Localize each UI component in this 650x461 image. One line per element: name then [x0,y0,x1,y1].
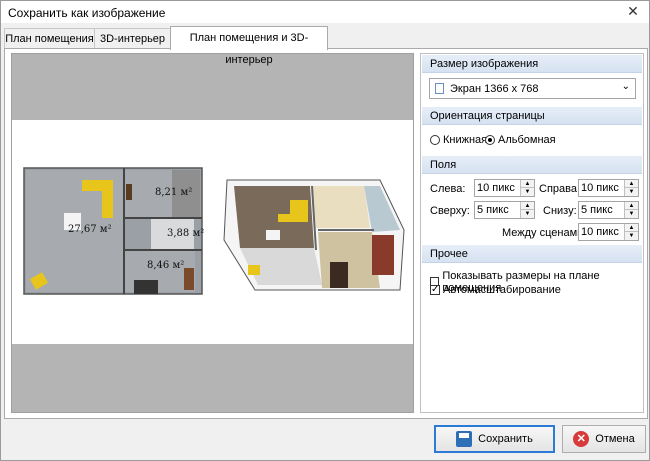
orientation-portrait[interactable]: Книжная [430,134,487,146]
title-bar: Сохранить как изображение ✕ [1,1,649,23]
radio-portrait[interactable] [430,135,440,145]
chevron-down-icon: ⌄ [621,81,630,92]
room-area-label: 3,88 м² [167,228,204,239]
room-area-label: 8,46 м² [147,260,184,271]
margin-top-value: 5 пикс [477,204,509,216]
radio-landscape[interactable] [485,135,495,145]
margin-top-label: Сверху: [430,205,470,217]
floor-plan-2d: 27,67 м² 8,21 м² 3,88 м² 8,46 м² [23,167,204,295]
interior-3d [223,179,405,291]
scene-gap-label: Между сценами: [502,227,587,239]
autoscale-option[interactable]: ✓ Автомасштабирование [430,284,561,296]
margin-right-spinner[interactable]: 10 пикс ▲ ▼ [578,179,639,197]
room-area-label: 8,21 м² [155,187,192,198]
settings-panel: Размер изображения Экран 1366 x 768 ⌄ Ор… [420,53,644,413]
image-size-select[interactable]: Экран 1366 x 768 ⌄ [429,78,636,99]
margin-right-value: 10 пикс [581,182,619,194]
margin-bottom-label: Снизу: [543,205,577,217]
close-icon[interactable]: ✕ [625,3,641,19]
section-margins: Поля [422,156,642,174]
tab-3d-interior[interactable]: 3D-интерьер [94,28,171,49]
spin-up-icon[interactable]: ▲ [625,202,638,210]
cancel-button-label: Отмена [595,433,635,445]
margin-bottom-value: 5 пикс [581,204,613,216]
window-title: Сохранить как изображение [8,6,166,20]
spin-down-icon[interactable]: ▼ [521,188,534,196]
margin-left-label: Слева: [430,183,466,195]
spin-down-icon[interactable]: ▼ [521,210,534,218]
spin-up-icon[interactable]: ▲ [625,224,638,232]
tab-floor-plan[interactable]: План помещения [4,28,95,49]
preview-render: 27,67 м² 8,21 м² 3,88 м² 8,46 м² [23,167,405,295]
save-button-label: Сохранить [478,433,533,445]
autoscale-checkbox[interactable]: ✓ [430,285,440,295]
autoscale-label: Автомасштабирование [443,284,561,296]
spin-down-icon[interactable]: ▼ [625,232,638,240]
orientation-landscape[interactable]: Альбомная [485,134,556,146]
spin-up-icon[interactable]: ▲ [521,202,534,210]
spin-down-icon[interactable]: ▼ [625,188,638,196]
scene-gap-value: 10 пикс [581,226,619,238]
section-other: Прочее [422,245,642,263]
spin-up-icon[interactable]: ▲ [625,180,638,188]
orientation-landscape-label: Альбомная [498,134,556,146]
margin-top-spinner[interactable]: 5 пикс ▲ ▼ [474,201,535,219]
spin-down-icon[interactable]: ▼ [625,210,638,218]
section-orientation: Ориентация страницы [422,107,642,125]
margin-right-label: Справа: [539,183,581,195]
margin-left-spinner[interactable]: 10 пикс ▲ ▼ [474,179,535,197]
preview-sheet: 27,67 м² 8,21 м² 3,88 м² 8,46 м² [12,120,413,344]
image-preview: 27,67 м² 8,21 м² 3,88 м² 8,46 м² [11,53,414,413]
section-image-size: Размер изображения [422,55,642,73]
orientation-portrait-label: Книжная [443,134,488,146]
save-button[interactable]: Сохранить [434,425,555,453]
margin-bottom-spinner[interactable]: 5 пикс ▲ ▼ [578,201,639,219]
scene-gap-spinner[interactable]: 10 пикс ▲ ▼ [578,223,639,241]
save-as-image-dialog: Сохранить как изображение ✕ План помещен… [0,0,650,461]
tab-plan-and-3d[interactable]: План помещения и 3D-интерьер [170,26,328,66]
room-area-label: 27,67 м² [68,224,112,235]
image-size-value: Экран 1366 x 768 [450,83,539,95]
document-icon [435,83,444,94]
cancel-icon: ✕ [573,431,590,447]
save-icon [456,431,473,447]
spin-up-icon[interactable]: ▲ [521,180,534,188]
cancel-button[interactable]: ✕ Отмена [562,425,646,453]
margin-left-value: 10 пикс [477,182,515,194]
